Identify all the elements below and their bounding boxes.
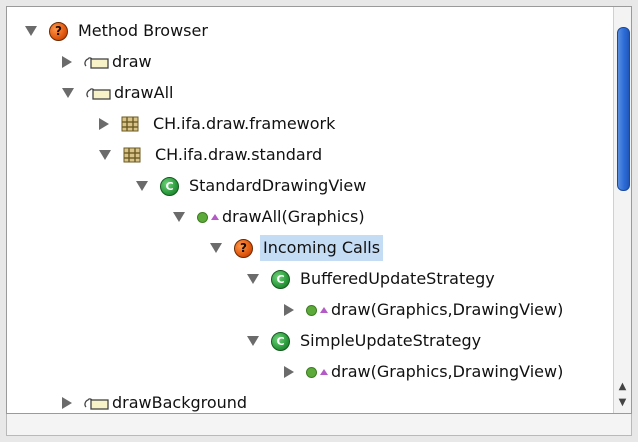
tree-node-label: StandardDrawingView <box>189 176 367 195</box>
tree-node-root[interactable]: ? Method Browser <box>25 18 208 44</box>
tree-node-label: drawAll <box>114 83 174 102</box>
tree-node-method-drawall[interactable]: drawAll(Graphics) <box>173 204 365 230</box>
tree-node-label-selected: Incoming Calls <box>260 235 384 261</box>
tree-node-label: draw <box>112 52 152 71</box>
tree-node-label: draw(Graphics,DrawingView) <box>331 362 564 381</box>
status-bar <box>6 414 632 436</box>
method-selector-icon <box>84 57 109 69</box>
method-icon <box>306 304 328 316</box>
collapse-triangle-icon[interactable] <box>284 366 294 378</box>
expand-triangle-icon[interactable] <box>62 88 74 98</box>
tree-node-drawBackground[interactable]: drawBackground <box>62 390 248 413</box>
vertical-scrollbar[interactable]: ▲ ▼ <box>613 7 631 413</box>
tree-node-label: draw(Graphics,DrawingView) <box>331 300 564 319</box>
collapse-triangle-icon[interactable] <box>62 397 72 409</box>
tree-node-class-bufferedupdatestrategy[interactable]: C BufferedUpdateStrategy <box>247 266 495 292</box>
tree-node-label: SimpleUpdateStrategy <box>300 331 482 350</box>
tree-node-method-draw-2[interactable]: draw(Graphics,DrawingView) <box>284 359 563 385</box>
tree-node-incoming-calls[interactable]: ? Incoming Calls <box>210 235 384 261</box>
expand-triangle-icon[interactable] <box>247 336 259 346</box>
method-tree[interactable]: ? Method Browser draw drawAll CH.ifa.dra… <box>7 7 631 413</box>
class-icon: C <box>160 176 179 196</box>
tree-node-class-simpleupdatestrategy[interactable]: C SimpleUpdateStrategy <box>247 328 481 354</box>
method-selector-icon <box>86 88 111 100</box>
tree-node-label: drawBackground <box>112 393 248 412</box>
collapse-triangle-icon[interactable] <box>62 56 72 68</box>
tree-node-package-standard[interactable]: CH.ifa.draw.standard <box>99 142 322 168</box>
tree-node-method-draw-1[interactable]: draw(Graphics,DrawingView) <box>284 297 563 323</box>
collapse-triangle-icon[interactable] <box>284 304 294 316</box>
method-selector-icon <box>84 398 109 410</box>
package-icon <box>123 147 141 163</box>
question-icon: ? <box>49 21 68 41</box>
scroll-down-icon[interactable]: ▼ <box>616 395 629 411</box>
scrollbar-thumb[interactable] <box>617 27 630 191</box>
method-browser-panel: ? Method Browser draw drawAll CH.ifa.dra… <box>6 6 632 414</box>
method-icon <box>197 211 219 223</box>
tree-node-label: BufferedUpdateStrategy <box>300 269 495 288</box>
expand-triangle-icon[interactable] <box>247 274 259 284</box>
expand-triangle-icon[interactable] <box>136 181 148 191</box>
tree-node-class-standarddrawingview[interactable]: C StandardDrawingView <box>136 173 366 199</box>
tree-node-draw[interactable]: draw <box>62 49 152 75</box>
method-icon <box>306 366 328 378</box>
tree-node-label: CH.ifa.draw.framework <box>153 114 336 133</box>
expand-triangle-icon[interactable] <box>25 26 37 36</box>
expand-triangle-icon[interactable] <box>99 150 111 160</box>
tree-node-label: Method Browser <box>78 21 208 40</box>
package-icon <box>121 116 139 132</box>
question-icon: ? <box>234 238 253 258</box>
collapse-triangle-icon[interactable] <box>99 118 109 130</box>
class-icon: C <box>271 331 290 351</box>
expand-triangle-icon[interactable] <box>173 212 185 222</box>
tree-node-label: CH.ifa.draw.standard <box>155 145 323 164</box>
tree-node-drawAll[interactable]: drawAll <box>62 80 173 106</box>
tree-node-label: drawAll(Graphics) <box>222 207 365 226</box>
tree-node-package-framework[interactable]: CH.ifa.draw.framework <box>99 111 335 137</box>
expand-triangle-icon[interactable] <box>210 243 222 253</box>
scroll-up-icon[interactable]: ▲ <box>616 379 629 395</box>
class-icon: C <box>271 269 290 289</box>
